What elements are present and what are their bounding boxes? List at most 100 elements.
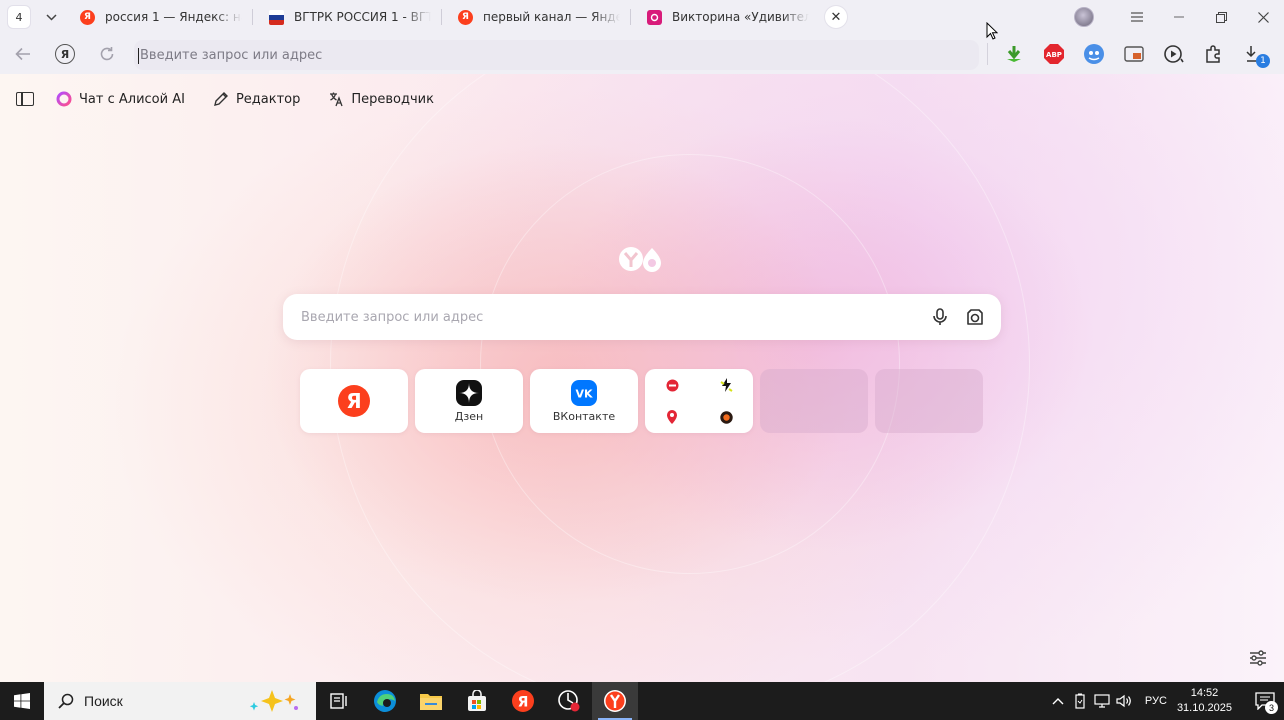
chevron-down-icon xyxy=(45,13,57,21)
windows-start-icon[interactable] xyxy=(0,682,44,720)
tab-quiz[interactable]: Викторина «Удивительн xyxy=(633,2,819,32)
address-input[interactable] xyxy=(134,40,979,70)
yandex-logo-icon: Я xyxy=(55,44,75,64)
folder-tile-icon xyxy=(645,369,753,433)
tab-divider xyxy=(630,9,631,25)
tab-divider xyxy=(252,9,253,25)
tab-title: ВГТРК РОССИЯ 1 - ВГТРК xyxy=(294,10,431,24)
translate-icon xyxy=(328,91,344,107)
tile-empty[interactable] xyxy=(875,369,983,433)
notification-center-icon[interactable]: 3 xyxy=(1246,682,1284,720)
avatar[interactable] xyxy=(1074,7,1094,27)
yandex-alice-logo xyxy=(619,247,661,272)
picture-in-picture-icon[interactable] xyxy=(1114,34,1154,74)
vpn-ext-icon[interactable] xyxy=(1074,34,1114,74)
tab-vgtrk[interactable]: ВГТРК РОССИЯ 1 - ВГТРК xyxy=(255,2,441,32)
extensions-bar: ABP 1 xyxy=(987,34,1274,74)
lightning-icon xyxy=(699,369,753,401)
edge-icon[interactable] xyxy=(362,682,408,720)
chevron-up-icon[interactable] xyxy=(1047,697,1069,705)
quiz-icon xyxy=(647,9,662,25)
translator-link[interactable]: Переводчик xyxy=(328,91,434,107)
tile-empty[interactable] xyxy=(760,369,868,433)
maps-pin-icon xyxy=(645,401,699,433)
pen-icon xyxy=(213,91,229,107)
restore-icon[interactable] xyxy=(1200,0,1242,34)
taskbar-search-label: Поиск xyxy=(84,693,123,709)
search-box xyxy=(283,294,1001,340)
clock-time: 14:52 xyxy=(1190,687,1219,699)
svg-text:Я: Я xyxy=(518,695,529,711)
alice-icon xyxy=(56,91,72,107)
clock-date: 31.10.2025 xyxy=(1176,702,1232,714)
download-ext-icon[interactable] xyxy=(994,34,1034,74)
tab-count-button[interactable]: 4 xyxy=(8,6,30,28)
back-icon[interactable] xyxy=(8,39,38,69)
taskbar-search[interactable]: Поиск xyxy=(44,682,316,720)
tab-yandex-perviy[interactable]: Я первый канал — Яндекс: н xyxy=(444,2,630,32)
yandex-app-icon[interactable]: Я xyxy=(500,682,546,720)
microphone-icon[interactable] xyxy=(930,307,950,327)
network-icon[interactable] xyxy=(1091,694,1113,708)
svg-text:ABP: ABP xyxy=(1046,51,1062,59)
tab-title: россия 1 — Яндекс: нашл xyxy=(105,10,242,24)
tile-yandex[interactable]: Я xyxy=(300,369,408,433)
customize-icon[interactable] xyxy=(1248,648,1268,668)
tab-title: Викторина «Удивительн xyxy=(672,10,809,24)
downloads-badge: 1 xyxy=(1256,54,1270,68)
translator-label: Переводчик xyxy=(351,91,434,107)
input-language[interactable]: РУС xyxy=(1145,695,1167,707)
volume-icon[interactable] xyxy=(1113,694,1135,708)
tab-strip: 4 Я россия 1 — Яндекс: нашл ВГТРК РОССИЯ… xyxy=(0,0,1284,34)
menu-icon[interactable] xyxy=(1116,0,1158,34)
reload-icon[interactable] xyxy=(92,39,122,69)
downloads-icon[interactable]: 1 xyxy=(1234,34,1274,74)
yandex-home-button[interactable]: Я xyxy=(50,39,80,69)
minimize-icon[interactable] xyxy=(1158,0,1200,34)
tile-label: Дзен xyxy=(454,409,484,423)
svg-text:VK: VK xyxy=(575,387,593,400)
taskbar: Поиск Я РУС 14:52 31.10.2025 3 xyxy=(0,682,1284,720)
vk-icon: VK xyxy=(571,379,597,406)
recorder-app-icon[interactable] xyxy=(546,682,592,720)
tab-list-dropdown-button[interactable] xyxy=(38,4,64,30)
camera-search-icon[interactable] xyxy=(964,306,986,328)
close-window-icon[interactable] xyxy=(1242,0,1284,34)
tile-vkontakte[interactable]: VK ВКонтакте xyxy=(530,369,638,433)
yandex-icon: Я xyxy=(80,9,95,25)
alice-chat-link[interactable]: Чат с Алисой AI xyxy=(56,91,185,107)
search-icon xyxy=(58,693,74,709)
tile-dzen[interactable]: Дзен xyxy=(415,369,523,433)
yandex-browser-icon[interactable] xyxy=(592,682,638,720)
clock[interactable]: 14:52 31.10.2025 xyxy=(1177,686,1232,716)
notification-count: 3 xyxy=(1265,701,1278,714)
background-ring xyxy=(480,154,900,574)
yandex-logo-icon: Я xyxy=(338,385,370,417)
close-tab-icon[interactable]: ✕ xyxy=(825,6,847,28)
address-bar: Я ABP 1 xyxy=(0,34,1284,74)
page-toolbar: Чат с Алисой AI Редактор Переводчик xyxy=(0,74,462,124)
file-explorer-icon[interactable] xyxy=(408,682,454,720)
tile-folder[interactable] xyxy=(645,369,753,433)
window-controls xyxy=(1074,0,1284,34)
editor-link[interactable]: Редактор xyxy=(213,91,300,107)
task-view-icon[interactable] xyxy=(316,682,362,720)
editor-label: Редактор xyxy=(235,91,301,107)
adblock-icon[interactable]: ABP xyxy=(1034,34,1074,74)
text-caret xyxy=(138,48,139,64)
tile-label: ВКонтакте xyxy=(552,409,616,423)
kinopoisk-icon xyxy=(699,401,753,433)
sidebar-toggle-icon[interactable] xyxy=(16,92,34,106)
opera-like-icon xyxy=(645,369,699,401)
alice-chat-label: Чат с Алисой AI xyxy=(79,91,185,107)
extensions-puzzle-icon[interactable] xyxy=(1194,34,1234,74)
tab-yandex-russia1[interactable]: Я россия 1 — Яндекс: нашл xyxy=(66,2,252,32)
tab-title: первый канал — Яндекс: н xyxy=(483,10,620,24)
sparkles-icon xyxy=(249,690,298,712)
yandex-icon: Я xyxy=(458,9,473,25)
search-input[interactable] xyxy=(283,294,903,340)
dzen-icon xyxy=(456,379,482,406)
microsoft-store-icon[interactable] xyxy=(454,682,500,720)
video-play-icon[interactable] xyxy=(1154,34,1194,74)
battery-icon[interactable] xyxy=(1069,693,1091,709)
